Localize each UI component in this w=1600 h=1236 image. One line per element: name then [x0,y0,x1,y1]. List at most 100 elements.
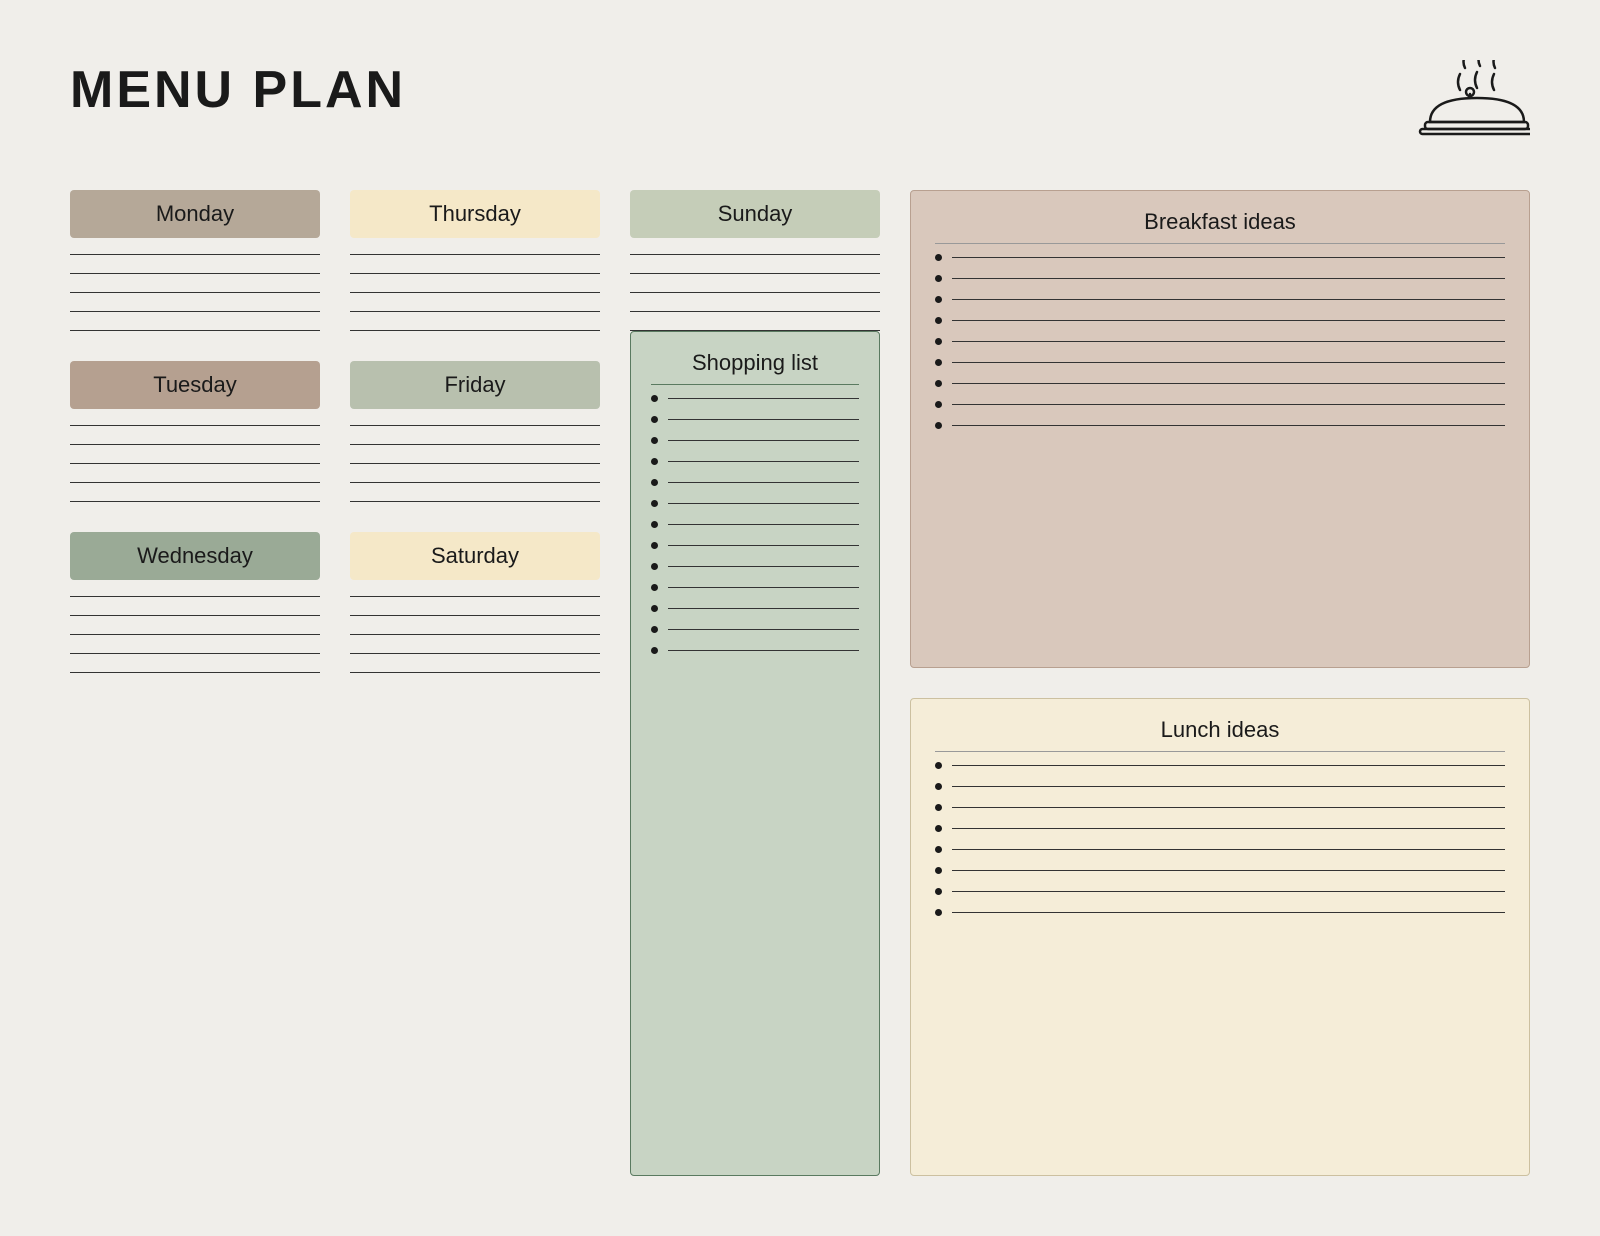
shopping-item-12 [651,626,859,633]
breakfast-item-1 [935,254,1505,261]
tuesday-header: Tuesday [70,361,320,409]
bullet-dot [651,563,658,570]
breakfast-list [935,254,1505,429]
breakfast-item-5 [935,338,1505,345]
main-grid: Monday Tuesday [70,190,1530,1176]
lunch-item-3 [935,804,1505,811]
bullet-dot [651,626,658,633]
monday-line-3 [70,292,320,293]
shopping-item-4 [651,458,859,465]
tuesday-line-2 [70,444,320,445]
bullet-dot [935,867,942,874]
saturday-line-1 [350,596,600,597]
bullet-dot [935,401,942,408]
bullet-dot [935,762,942,769]
saturday-line-2 [350,615,600,616]
tuesday-line-3 [70,463,320,464]
saturday-line-5 [350,672,600,673]
bullet-dot [651,584,658,591]
monday-section: Monday [70,190,320,331]
shopping-item-2 [651,416,859,423]
bullet-dot [935,296,942,303]
col-left: Monday Tuesday [70,190,320,1176]
shopping-item-5 [651,479,859,486]
breakfast-item-9 [935,422,1505,429]
friday-line-3 [350,463,600,464]
bullet-dot [651,416,658,423]
thursday-section: Thursday [350,190,600,331]
bullet-dot [935,254,942,261]
monday-line-4 [70,311,320,312]
lunch-list [935,762,1505,916]
saturday-line-3 [350,634,600,635]
bullet-dot [935,275,942,282]
bullet-dot [651,521,658,528]
sunday-line-4 [630,311,880,312]
shopping-item-9 [651,563,859,570]
shopping-item-10 [651,584,859,591]
breakfast-item-2 [935,275,1505,282]
saturday-lines [350,596,600,673]
tuesday-line-4 [70,482,320,483]
wednesday-line-1 [70,596,320,597]
page: MENU PLAN [0,0,1600,1236]
shopping-item-3 [651,437,859,444]
breakfast-title: Breakfast ideas [935,209,1505,244]
saturday-section: Saturday [350,532,600,673]
thursday-line-2 [350,273,600,274]
food-icon [1410,60,1530,150]
breakfast-ideas-box: Breakfast ideas [910,190,1530,668]
lunch-item-5 [935,846,1505,853]
friday-section: Friday [350,361,600,502]
shopping-list-box: Shopping list [630,331,880,1176]
wednesday-header: Wednesday [70,532,320,580]
tuesday-section: Tuesday [70,361,320,502]
breakfast-item-4 [935,317,1505,324]
breakfast-item-6 [935,359,1505,366]
col-ideas: Breakfast ideas Lunch ideas [910,190,1530,1176]
sunday-lines [630,254,880,331]
shopping-item-7 [651,521,859,528]
thursday-header: Thursday [350,190,600,238]
thursday-line-5 [350,330,600,331]
wednesday-lines [70,596,320,673]
bullet-dot [935,783,942,790]
bullet-dot [935,804,942,811]
tuesday-lines [70,425,320,502]
lunch-title: Lunch ideas [935,717,1505,752]
bullet-dot [935,359,942,366]
bullet-dot [935,846,942,853]
shopping-list [651,395,859,654]
lunch-item-8 [935,909,1505,916]
lunch-item-1 [935,762,1505,769]
shopping-item-8 [651,542,859,549]
wednesday-line-2 [70,615,320,616]
bullet-dot [651,542,658,549]
bullet-dot [651,647,658,654]
monday-line-5 [70,330,320,331]
thursday-line-4 [350,311,600,312]
col-mid: Thursday Friday [350,190,600,1176]
page-title: MENU PLAN [70,60,406,120]
bullet-dot [935,888,942,895]
bullet-dot [935,338,942,345]
col-right: Sunday Shopping list [630,190,880,1176]
bullet-dot [935,825,942,832]
monday-lines [70,254,320,331]
sunday-line-3 [630,292,880,293]
breakfast-item-3 [935,296,1505,303]
sunday-line-2 [630,273,880,274]
saturday-header: Saturday [350,532,600,580]
bullet-dot [651,437,658,444]
bullet-dot [651,479,658,486]
friday-lines [350,425,600,502]
lunch-ideas-box: Lunch ideas [910,698,1530,1176]
bullet-dot [935,422,942,429]
friday-line-4 [350,482,600,483]
shopping-item-11 [651,605,859,612]
header: MENU PLAN [70,60,1530,150]
thursday-line-1 [350,254,600,255]
wednesday-line-5 [70,672,320,673]
lunch-item-6 [935,867,1505,874]
bullet-dot [651,458,658,465]
